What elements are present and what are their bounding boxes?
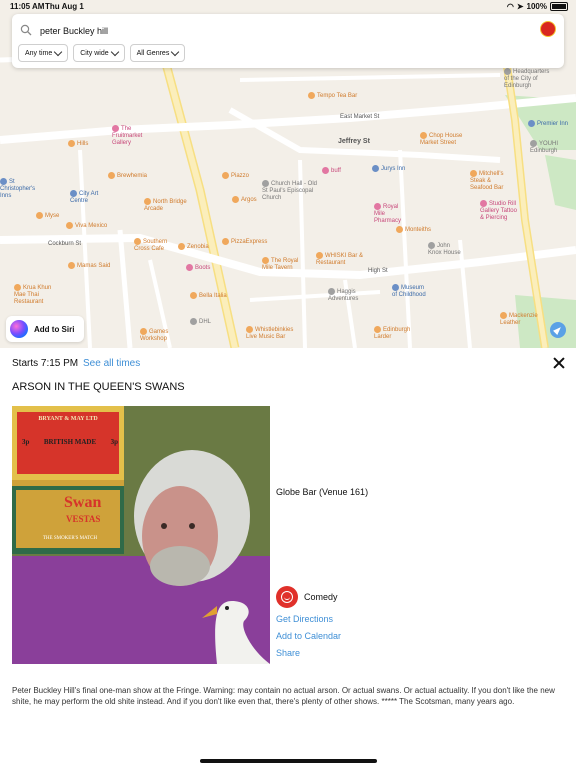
map-poi[interactable]: The Fruitmarket Gallery [112,125,152,147]
matchbox-price: 3p BRITISH MADE 3p [22,438,118,446]
add-to-calendar-link[interactable]: Add to Calendar [276,631,341,641]
map-poi[interactable]: St Christopher's Inns [0,178,38,200]
map-poi[interactable]: Myse [36,212,59,220]
map-poi[interactable]: Piazzo [222,172,249,180]
event-title: ARSON IN THE QUEEN'S SWANS [12,381,185,393]
map-poi[interactable]: John Knox House [428,242,462,257]
map-poi[interactable]: Argos [232,196,257,204]
status-date: Thu Aug 1 [45,2,84,11]
map-poi[interactable]: Museum of Childhood [392,284,428,299]
map-poi[interactable]: Krua Khun Mae Thai Restaurant [14,284,58,306]
add-to-siri-label: Add to Siri [34,324,75,334]
street-label: High St [368,268,388,274]
street-label: Jeffrey St [338,138,370,145]
map-poi[interactable]: Haggis Adventures [328,288,368,303]
map-poi[interactable]: YOUHI Edinburgh [530,140,574,155]
map-poi[interactable]: Bella Italia [190,292,227,300]
matchbox-sub: VESTAS [66,514,101,524]
search-icon [20,24,32,36]
search-panel: Any time City wide All Genres [12,14,564,68]
map-poi[interactable]: Southern Cross Cafe [134,238,170,253]
map-poi[interactable]: Hills [68,140,88,148]
map-poi[interactable]: Studio Rill Gallery Tattoo & Piercing [480,200,520,222]
street-label: East Market St [340,114,380,120]
event-description: Peter Buckley Hill's final one-man show … [12,686,555,706]
event-photo: BRYANT & MAY LTD 3p BRITISH MADE 3p Swan V… [12,406,270,664]
search-input[interactable] [38,22,522,40]
matchbox-tag: THE SMOKER'S MATCH [42,536,98,541]
map-poi[interactable]: buff [322,167,341,175]
map-poi[interactable]: Jurys Inn [372,165,405,173]
map-poi[interactable]: Viva Mexico [66,222,107,230]
matchbox-name: Swan [64,494,102,511]
event-start-time: Starts 7:15 PM [12,358,79,369]
map-poi[interactable]: The Royal Mile Tavern [262,257,302,272]
genre-label: Comedy [304,592,338,602]
map-poi[interactable]: Brewhemia [108,172,147,180]
battery-icon [550,2,568,11]
filter-genre-label: All Genres [136,49,170,57]
map-poi[interactable]: Tempo Tea Bar [308,92,357,100]
map-poi[interactable]: Headquarters of the City of Edinburgh [504,68,552,90]
street-label: Cockburn St [48,241,82,247]
get-directions-link[interactable]: Get Directions [276,614,333,624]
filter-genre-dropdown[interactable]: All Genres [129,44,186,62]
map-poi[interactable]: City Art Centre [70,190,110,205]
filter-time-label: Any time [25,49,53,57]
share-link[interactable]: Share [276,648,300,658]
filter-time-dropdown[interactable]: Any time [18,44,69,62]
map-poi[interactable]: Monteiths [396,226,431,234]
map-poi[interactable]: Church Hall - Old St Paul's Episcopal Ch… [262,180,322,202]
app-logo-icon[interactable] [540,21,556,37]
map-poi[interactable]: Royal Mile Pharmacy [374,203,410,225]
comedy-icon [276,586,298,608]
venue-name[interactable]: Globe Bar (Venue 161) [276,487,368,497]
status-time: 11:05 AM [10,2,45,11]
status-bar: 11:05 AM Thu Aug 1 ◠ ➤ 100% [0,0,576,14]
genre-row: Comedy [276,586,338,608]
map-poi[interactable]: WHISKI Bar & Restaurant [316,252,366,267]
map-poi[interactable]: Chop House Market Street [420,132,464,147]
map-poi[interactable]: DHL [190,318,211,326]
location-icon: ➤ [516,2,524,11]
map-poi[interactable]: Mitchell's Steak & Seafood Bar [470,170,514,192]
map-poi[interactable]: Edinburgh Larder [374,326,418,341]
close-icon[interactable] [552,356,566,370]
wifi-icon: ◠ [506,2,514,11]
chevron-down-icon [171,47,180,56]
map-poi[interactable]: Zenobia [178,243,209,251]
map-poi[interactable]: Games Workshop [140,328,176,343]
map-poi[interactable]: Mamas Said [68,262,110,270]
map-poi[interactable]: Mackenzie Leather [500,312,538,327]
home-indicator[interactable] [200,759,377,763]
map-poi[interactable]: Premier Inn [528,120,568,128]
chevron-down-icon [53,47,63,56]
filter-area-dropdown[interactable]: City wide [73,44,125,62]
chevron-down-icon [110,47,119,56]
event-detail-panel: Starts 7:15 PM See all times ARSON IN TH… [0,348,576,768]
map-poi[interactable]: Whistlebinkies Live Music Bar [246,326,306,341]
matchbox-brand: BRYANT & MAY LTD [38,416,98,422]
current-location-button[interactable] [550,322,566,338]
map-poi[interactable]: North Bridge Arcade [144,198,194,213]
status-indicators: ◠ ➤ 100% [507,2,568,11]
map-poi[interactable]: PizzaExpress [222,238,267,246]
see-all-times-link[interactable]: See all times [83,358,140,369]
filter-area-label: City wide [80,49,109,57]
map-poi[interactable]: Boots [186,264,210,272]
add-to-siri-button[interactable]: Add to Siri [6,316,85,342]
battery-percent: 100% [526,2,547,11]
search-row [12,18,564,42]
filter-row: Any time City wide All Genres [18,44,186,62]
siri-icon [10,320,28,338]
